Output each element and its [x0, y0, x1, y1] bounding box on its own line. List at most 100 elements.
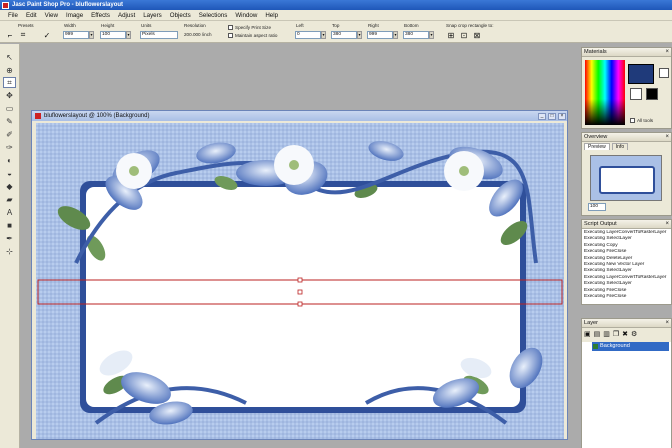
minimize-icon[interactable]: _: [538, 113, 546, 120]
fg-style-swatch[interactable]: [630, 88, 642, 100]
left-label: Left: [296, 23, 304, 28]
selection-tool-icon[interactable]: ▭: [3, 103, 16, 114]
bottom-label: Bottom: [404, 23, 419, 28]
bottom-field[interactable]: 380: [403, 31, 429, 39]
layers-list[interactable]: Background: [582, 342, 671, 448]
pen-tool-icon[interactable]: ✒: [3, 233, 16, 244]
layer-properties-icon[interactable]: ⚙: [631, 330, 637, 338]
menu-edit[interactable]: Edit: [26, 12, 37, 19]
right-field[interactable]: 999: [367, 31, 393, 39]
tab-info[interactable]: Info: [611, 143, 629, 150]
bottom-spinner[interactable]: ▾: [429, 31, 434, 39]
foreground-color-swatch[interactable]: [628, 64, 654, 84]
dodge-brush-icon[interactable]: ◒: [3, 168, 16, 179]
color-spectrum-picker[interactable]: [585, 60, 625, 125]
menu-adjust[interactable]: Adjust: [118, 12, 135, 19]
height-field[interactable]: 100: [100, 31, 126, 39]
new-mask-icon[interactable]: ▥: [603, 330, 610, 338]
width-label: Width: [64, 23, 76, 28]
overview-panel: Overview × Preview Info 100: [581, 132, 672, 216]
height-spinner[interactable]: ▾: [126, 31, 131, 39]
menu-selections[interactable]: Selections: [199, 12, 228, 19]
tab-preview[interactable]: Preview: [584, 143, 610, 150]
menu-objects[interactable]: Objects: [170, 12, 191, 19]
zoom-field[interactable]: 100: [588, 203, 606, 211]
panel-close-icon[interactable]: ×: [665, 220, 669, 229]
maximize-icon[interactable]: □: [548, 113, 556, 120]
menu-help[interactable]: Help: [265, 12, 278, 19]
pan-tool-icon[interactable]: ↖: [3, 52, 16, 63]
panel-close-icon[interactable]: ×: [665, 48, 669, 57]
lighten-brush-icon[interactable]: ◐: [3, 155, 16, 166]
width-spinner[interactable]: ▾: [89, 31, 94, 39]
panel-close-icon[interactable]: ×: [665, 319, 669, 328]
layer-row-background[interactable]: Background: [592, 342, 669, 351]
log-line: Executing FileClose: [584, 294, 627, 300]
snap-layer-icon[interactable]: ⊡: [459, 30, 469, 40]
delete-layer-icon[interactable]: ✖: [622, 330, 628, 338]
crop-tool-icon: ⌐: [7, 30, 13, 40]
image-window[interactable]: bluflowerslayout @ 100% (Background) _ □…: [31, 110, 568, 440]
flood-fill-icon[interactable]: ◆: [3, 181, 16, 192]
top-label: Top: [332, 23, 340, 28]
app-icon: [2, 1, 9, 9]
menu-layers[interactable]: Layers: [143, 12, 162, 19]
presets-label: Presets: [18, 23, 34, 28]
width-field[interactable]: 999: [63, 31, 89, 39]
new-layer-icon[interactable]: ▣: [584, 330, 591, 338]
layers-panel: Layer × ▣ ▤ ▥ ❐ ✖ ⚙ Background: [581, 318, 672, 448]
eraser-icon[interactable]: ▰: [3, 194, 16, 205]
units-label: Units: [141, 23, 152, 28]
background-color-swatch[interactable]: [659, 68, 669, 78]
materials-title: Materials: [584, 49, 607, 55]
layer-toolbar: ▣ ▤ ▥ ❐ ✖ ⚙: [582, 328, 671, 340]
paint-brush-icon[interactable]: ✐: [3, 129, 16, 140]
crop-preset-icon[interactable]: ⌗: [18, 30, 28, 40]
menu-window[interactable]: Window: [235, 12, 257, 19]
layer-visibility-icon[interactable]: [593, 344, 598, 349]
script-output-title: Script Output: [584, 221, 617, 227]
shape-tool-icon[interactable]: ■: [3, 220, 16, 231]
menu-view[interactable]: View: [45, 12, 58, 19]
crop-tool-button-icon[interactable]: ⌗: [3, 77, 16, 88]
script-output-log[interactable]: Executing LayerConvertToRasterLayer Exec…: [582, 229, 671, 304]
text-tool-icon[interactable]: A: [3, 207, 16, 218]
top-field[interactable]: 380: [331, 31, 357, 39]
move-tool-icon[interactable]: ✥: [3, 90, 16, 101]
units-select[interactable]: Pixels: [140, 31, 178, 39]
new-vector-layer-icon[interactable]: ▤: [594, 330, 601, 338]
overview-tabs: Preview Info: [582, 142, 671, 151]
menu-effects[interactable]: Effects: [91, 12, 110, 19]
panel-close-icon[interactable]: ×: [665, 133, 669, 142]
image-canvas[interactable]: [36, 123, 564, 439]
snap-merged-icon[interactable]: ⊠: [472, 30, 482, 40]
close-icon[interactable]: ×: [558, 113, 566, 120]
height-label: Height: [101, 23, 115, 28]
left-spinner[interactable]: ▾: [321, 31, 326, 39]
layers-header: Layer ×: [582, 319, 671, 328]
warp-tool-icon[interactable]: ⊹: [3, 246, 16, 257]
all-tools-checkbox[interactable]: [630, 118, 635, 123]
top-spinner[interactable]: ▾: [357, 31, 362, 39]
specify-print-size-checkbox[interactable]: [228, 25, 233, 30]
right-spinner[interactable]: ▾: [393, 31, 398, 39]
image-window-title-bar[interactable]: bluflowerslayout @ 100% (Background): [32, 111, 567, 121]
clone-brush-icon[interactable]: ✑: [3, 142, 16, 153]
app-title: Jasc Paint Shop Pro - bluflowerslayout: [12, 2, 124, 8]
menu-file[interactable]: File: [8, 12, 18, 19]
zoom-tool-icon[interactable]: ⊕: [3, 65, 16, 76]
overview-thumbnail[interactable]: [590, 155, 662, 201]
snap-selection-icon[interactable]: ⊞: [446, 30, 456, 40]
toolbox: ↖ ⊕ ⌗ ✥ ▭ ✎ ✐ ✑ ◐ ◒ ◆ ▰ A ■ ✒ ⊹: [0, 44, 20, 448]
right-label: Right: [368, 23, 379, 28]
image-window-title: bluflowerslayout @ 100% (Background): [44, 113, 150, 119]
overview-title: Overview: [584, 134, 608, 140]
menu-image[interactable]: Image: [66, 12, 83, 19]
script-output-header: Script Output ×: [582, 220, 671, 229]
left-field[interactable]: 0: [295, 31, 321, 39]
maintain-aspect-checkbox[interactable]: [228, 33, 233, 38]
duplicate-layer-icon[interactable]: ❐: [613, 330, 619, 338]
apply-checkmark-icon[interactable]: ✓: [42, 30, 52, 40]
bg-style-swatch[interactable]: [646, 88, 658, 100]
dropper-tool-icon[interactable]: ✎: [3, 116, 16, 127]
